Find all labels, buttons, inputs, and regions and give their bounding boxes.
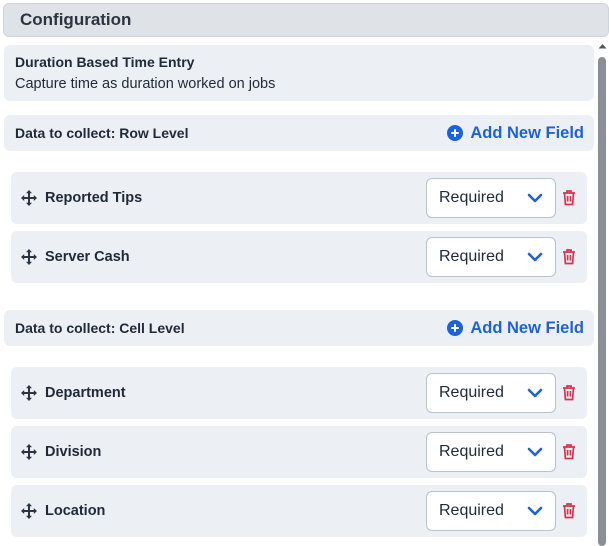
- cell-level-section-title: Data to collect: Cell Level: [15, 320, 185, 336]
- field-row-server-cash: Server Cash Required: [11, 231, 587, 283]
- config-scroll-area[interactable]: Duration Based Time Entry Capture time a…: [0, 40, 609, 546]
- move-icon[interactable]: [21, 249, 37, 265]
- move-icon[interactable]: [21, 503, 37, 519]
- row-level-section-title: Data to collect: Row Level: [15, 125, 189, 141]
- requirement-value: Required: [439, 443, 504, 460]
- add-field-label: Add New Field: [470, 123, 584, 142]
- move-icon[interactable]: [21, 444, 37, 460]
- row-level-add-field-button[interactable]: Add New Field: [447, 124, 584, 143]
- panel-header: Configuration: [3, 3, 609, 37]
- trash-icon[interactable]: [562, 502, 576, 519]
- scrollbar-thumb[interactable]: [598, 57, 606, 546]
- plus-circle-icon: [447, 125, 464, 141]
- field-row-department: Department Required: [11, 367, 587, 419]
- field-label: Division: [45, 444, 102, 460]
- panel-title: Configuration: [20, 10, 132, 29]
- chevron-down-icon: [527, 388, 543, 398]
- chevron-down-icon: [527, 506, 543, 516]
- requirement-value: Required: [439, 189, 504, 206]
- move-icon[interactable]: [21, 385, 37, 401]
- cell-level-add-field-button[interactable]: Add New Field: [447, 319, 584, 338]
- field-label: Server Cash: [45, 249, 130, 265]
- trash-icon[interactable]: [562, 248, 576, 265]
- plus-circle-icon: [447, 320, 464, 336]
- requirement-select[interactable]: Required: [426, 178, 556, 218]
- chevron-down-icon: [527, 193, 543, 203]
- move-icon[interactable]: [21, 190, 37, 206]
- field-label: Department: [45, 385, 126, 401]
- trash-icon[interactable]: [562, 384, 576, 401]
- field-row-division: Division Required: [11, 426, 587, 478]
- field-label: Reported Tips: [45, 190, 143, 206]
- field-label: Location: [45, 503, 106, 519]
- cell-level-section-header: Data to collect: Cell Level Add New Fiel…: [4, 310, 594, 346]
- add-field-label: Add New Field: [470, 318, 584, 337]
- chevron-down-icon: [527, 252, 543, 262]
- field-row-location: Location Required: [11, 485, 587, 537]
- requirement-value: Required: [439, 248, 504, 265]
- requirement-select[interactable]: Required: [426, 373, 556, 413]
- scroll-up-arrow-icon[interactable]: [598, 43, 607, 49]
- requirement-select[interactable]: Required: [426, 237, 556, 277]
- row-level-section-header: Data to collect: Row Level Add New Field: [4, 115, 594, 151]
- trash-icon[interactable]: [562, 189, 576, 206]
- requirement-select[interactable]: Required: [426, 491, 556, 531]
- time-entry-description: Capture time as duration worked on jobs: [15, 76, 276, 92]
- field-row-reported-tips: Reported Tips Required: [11, 172, 587, 224]
- time-entry-title: Duration Based Time Entry: [15, 54, 195, 70]
- requirement-value: Required: [439, 502, 504, 519]
- trash-icon[interactable]: [562, 443, 576, 460]
- vertical-scrollbar[interactable]: [596, 40, 609, 546]
- requirement-select[interactable]: Required: [426, 432, 556, 472]
- time-entry-info-card: Duration Based Time Entry Capture time a…: [4, 45, 594, 101]
- requirement-value: Required: [439, 384, 504, 401]
- chevron-down-icon: [527, 447, 543, 457]
